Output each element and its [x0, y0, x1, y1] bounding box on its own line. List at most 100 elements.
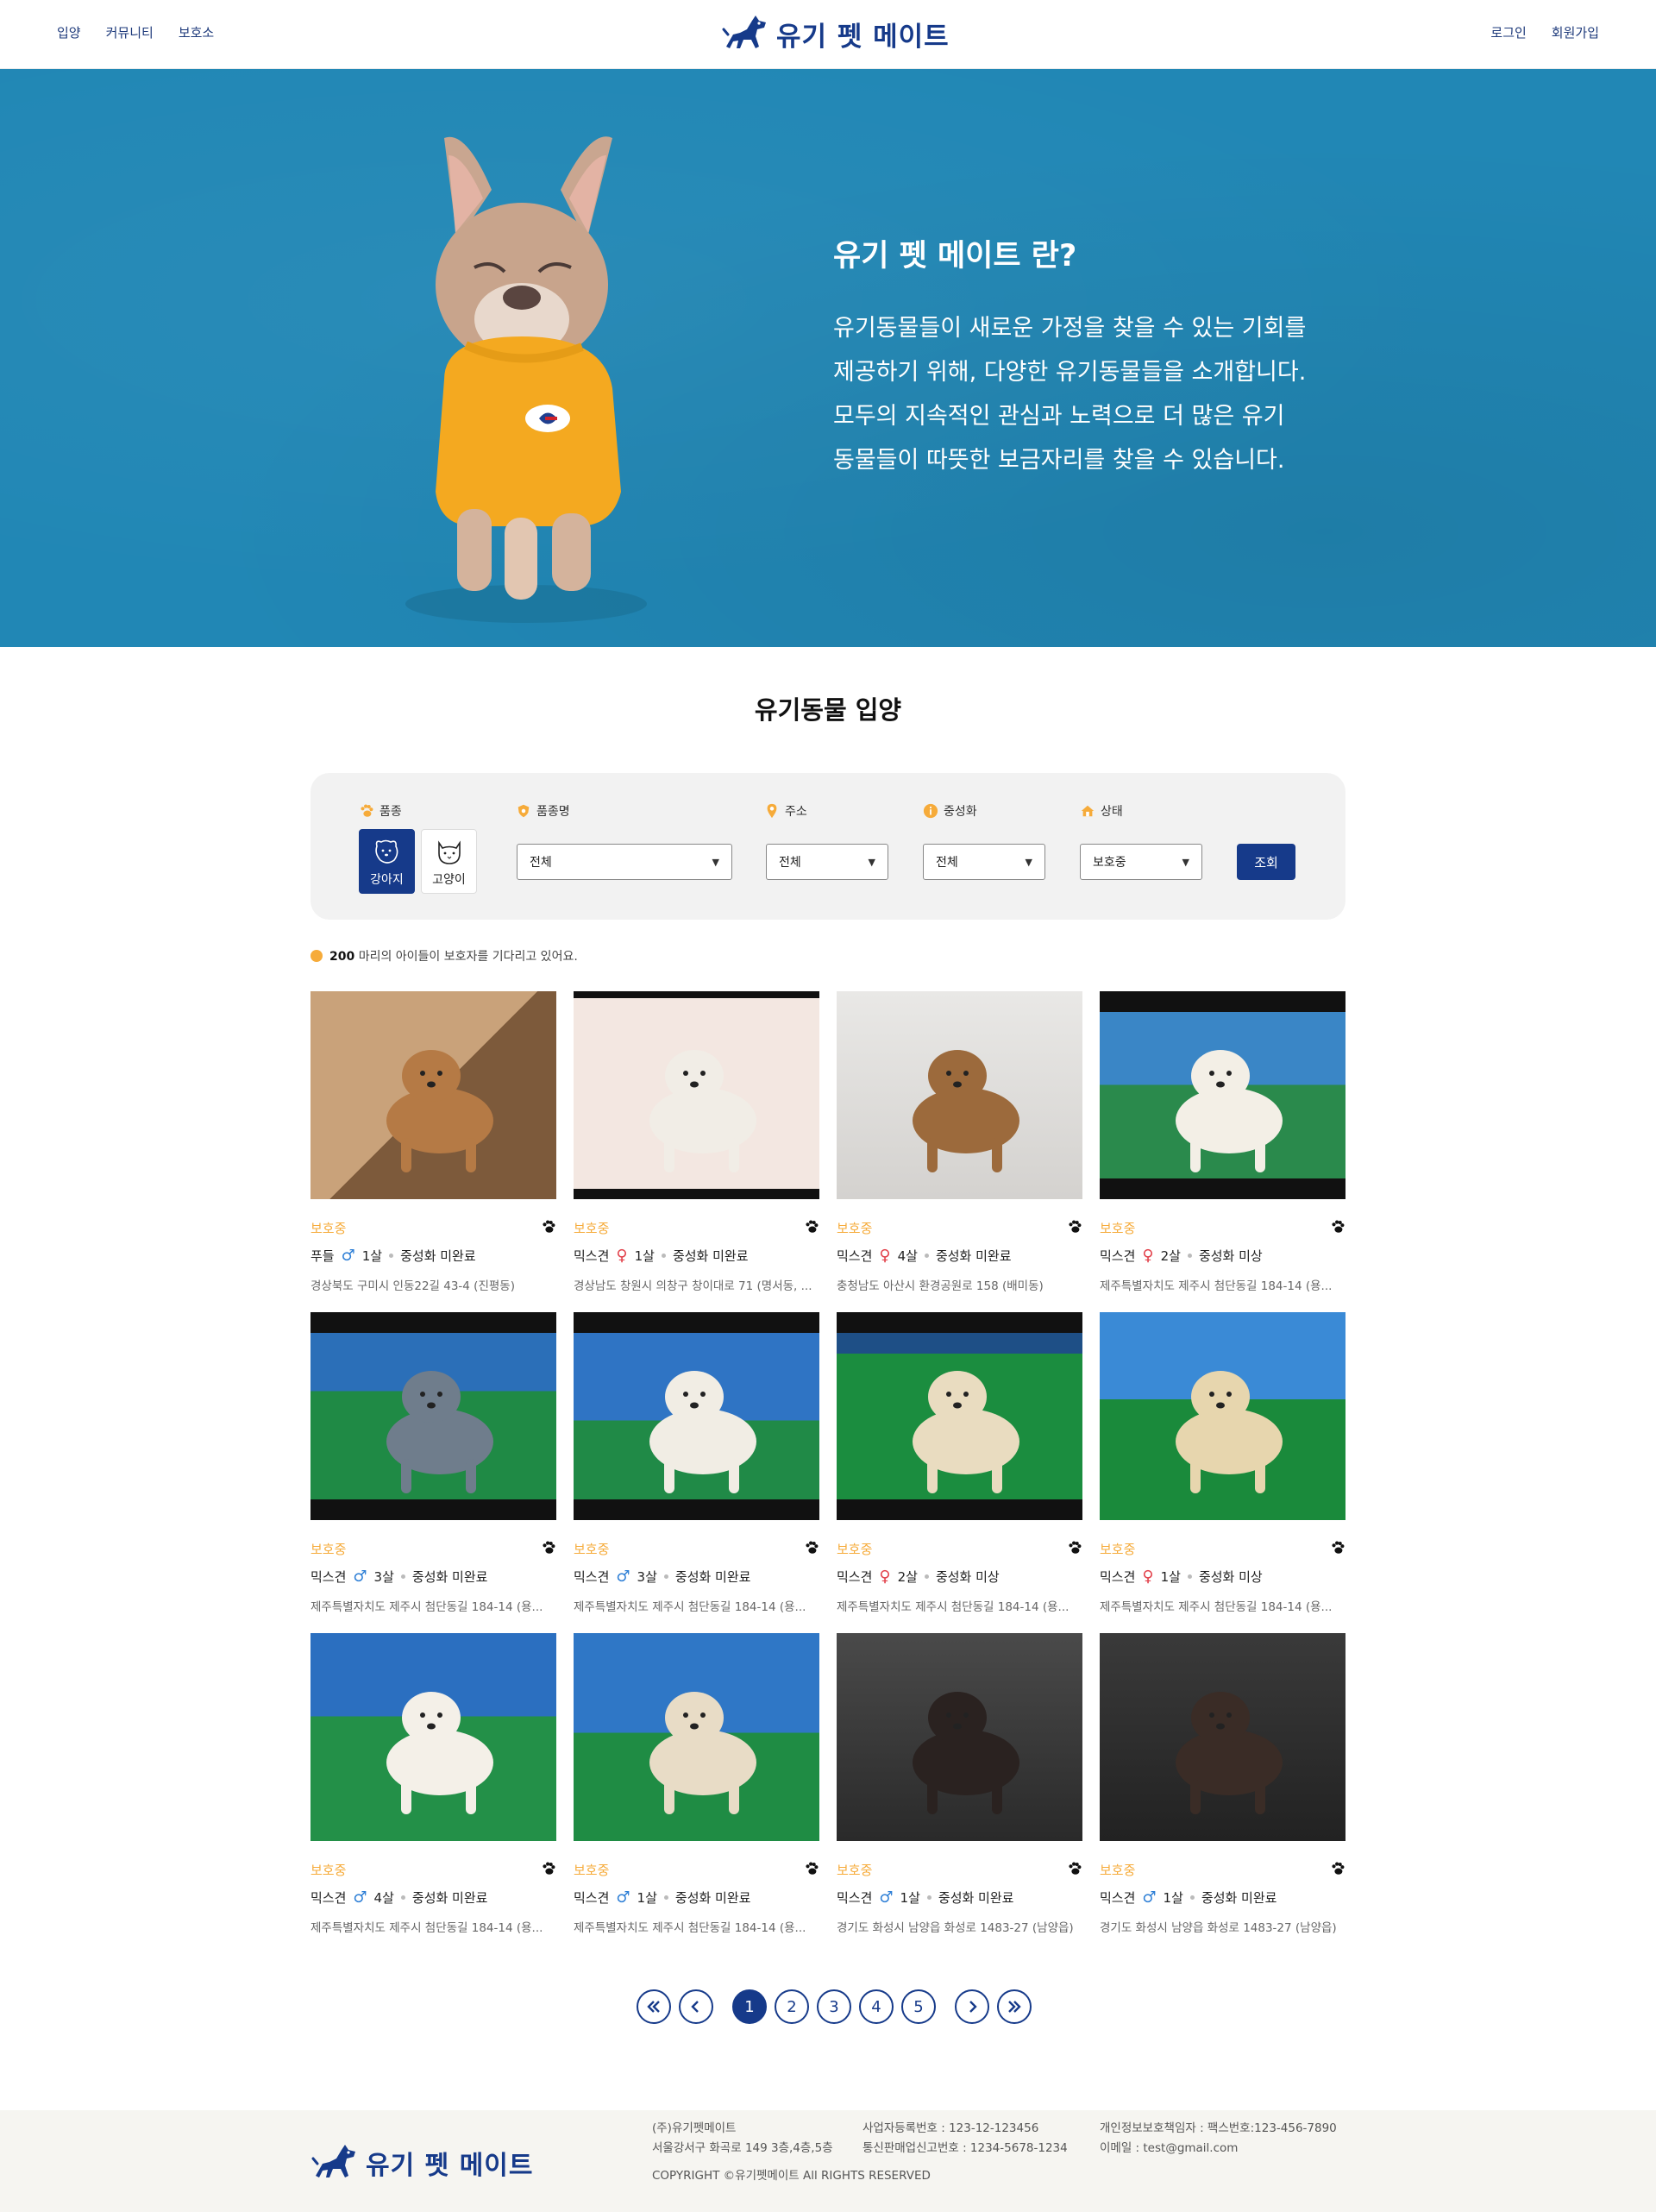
first-page-button[interactable]: [637, 1989, 671, 2024]
animal-card[interactable]: 보호중 믹스견 ♀ 1살 중성화 미완료 경상남도 창원시 의창구 창이대로 71 (명서…: [574, 991, 819, 1293]
info-icon: [923, 803, 938, 819]
animal-address: 경기도 화성시 남양읍 화성로 1483-27 (남양읍): [837, 1921, 1074, 1935]
count-text: 마리의 아이들이 보호자를 기다리고 있어요.: [358, 950, 578, 964]
animal-card[interactable]: 보호중 믹스견 ♂ 1살 중성화 미완료 경기도 화성시 남양읍 화성로 1483-27 …: [837, 1633, 1082, 1935]
prev-page-button[interactable]: [679, 1989, 713, 2024]
animal-status: 보호중: [1100, 1221, 1136, 1236]
neutered-select[interactable]: 전체 ▼: [923, 844, 1045, 880]
animal-card[interactable]: 보호중 믹스견 ♂ 4살 중성화 미완료 제주특별자치도 제주시 첨단동길 184-14 …: [310, 1633, 556, 1935]
animal-neuter: 중성화 미완료: [672, 1248, 749, 1264]
animal-status: 보호중: [574, 1542, 610, 1557]
last-page-button[interactable]: [997, 1989, 1032, 2024]
page-button-5[interactable]: 5: [901, 1989, 936, 2024]
animal-status: 보호중: [1100, 1863, 1136, 1878]
animal-card[interactable]: 보호중 믹스견 ♀ 2살 중성화 미상 제주특별자치도 제주시 첨단동길 184-14 (…: [837, 1312, 1082, 1614]
species-dog-button[interactable]: 강아지: [359, 829, 415, 894]
page-button-2[interactable]: 2: [775, 1989, 809, 2024]
chevron-left-icon: [691, 2001, 699, 2013]
animal-card[interactable]: 보호중 믹스견 ♂ 1살 중성화 미완료 경기도 화성시 남양읍 화성로 1483-27 …: [1100, 1633, 1346, 1935]
animal-photo[interactable]: [310, 1312, 556, 1520]
animal-photo[interactable]: [1100, 1312, 1346, 1520]
animal-card[interactable]: 보호중 푸들 ♂ 1살 중성화 미완료 경상북도 구미시 인동22길 43-4 (진평동): [310, 991, 556, 1293]
nav-shelter[interactable]: 보호소: [179, 24, 214, 41]
species-cat-button[interactable]: 고양이: [421, 829, 477, 894]
signup-link[interactable]: 회원가입: [1552, 24, 1599, 41]
address-select[interactable]: 전체 ▼: [766, 844, 888, 880]
page-button-3[interactable]: 3: [817, 1989, 851, 2024]
animal-photo[interactable]: [574, 991, 819, 1199]
animal-age: 1살: [634, 1248, 655, 1264]
paw-icon[interactable]: [804, 1540, 819, 1555]
animal-photo[interactable]: [837, 991, 1082, 1199]
nav-community[interactable]: 커뮤니티: [106, 24, 154, 41]
main-nav: 입양 커뮤니티 보호소: [57, 24, 214, 41]
animal-card[interactable]: 보호중 믹스견 ♂ 3살 중성화 미완료 제주특별자치도 제주시 첨단동길 184-14 …: [574, 1312, 819, 1614]
section-title: 유기동물 입양: [754, 695, 902, 725]
dog-photo-image: [649, 1050, 756, 1172]
paw-icon[interactable]: [1330, 1540, 1346, 1555]
chevron-down-icon: ▼: [712, 856, 719, 868]
animal-status: 보호중: [837, 1863, 873, 1878]
paw-icon[interactable]: [1067, 1219, 1082, 1235]
logo-text: 유기 펫 메이트: [776, 21, 950, 53]
animal-info: 믹스견 ♀ 2살 중성화 미상: [1100, 1247, 1263, 1265]
animal-photo[interactable]: [1100, 991, 1346, 1199]
footer-logo-text: 유기 펫 메이트: [366, 2151, 534, 2181]
animal-breed: 믹스견: [310, 1569, 347, 1585]
paw-icon[interactable]: [804, 1219, 819, 1235]
separator-dot: [663, 1895, 668, 1900]
paw-icon[interactable]: [541, 1861, 556, 1876]
site-logo[interactable]: 유기 펫 메이트: [721, 12, 950, 55]
male-icon: ♂: [1142, 1888, 1157, 1907]
animal-breed: 푸들: [310, 1248, 335, 1264]
count-number: 200: [329, 950, 355, 964]
nav-adopt[interactable]: 입양: [57, 24, 81, 41]
page-button-1[interactable]: 1: [732, 1989, 767, 2024]
animal-breed: 믹스견: [574, 1890, 610, 1906]
separator-dot: [389, 1254, 394, 1258]
hero-dog-image: [405, 136, 647, 623]
animal-photo[interactable]: [1100, 1633, 1346, 1841]
animal-address: 제주특별자치도 제주시 첨단동길 184-14 (용...: [310, 1600, 543, 1614]
paw-icon[interactable]: [541, 1219, 556, 1235]
paw-icon[interactable]: [1067, 1540, 1082, 1555]
separator-dot: [924, 1254, 929, 1258]
paw-icon[interactable]: [1330, 1861, 1346, 1876]
footer-logo[interactable]: 유기 펫 메이트: [310, 2141, 534, 2184]
page-button-4[interactable]: 4: [859, 1989, 894, 2024]
pagination: 1 2 3 4 5: [637, 1989, 1032, 2024]
paw-icon[interactable]: [804, 1861, 819, 1876]
animal-address: 경상남도 창원시 의창구 창이대로 71 (명서동, ...: [574, 1279, 812, 1293]
animal-neuter: 중성화 미완료: [400, 1248, 476, 1264]
cat-icon: [437, 840, 461, 864]
animal-card[interactable]: 보호중 믹스견 ♀ 4살 중성화 미완료 충청남도 아산시 환경공원로 158 (배미동): [837, 991, 1082, 1293]
animal-card[interactable]: 보호중 믹스견 ♂ 1살 중성화 미완료 제주특별자치도 제주시 첨단동길 184-14 …: [574, 1633, 819, 1935]
animal-photo[interactable]: [574, 1633, 819, 1841]
shield-icon: [518, 804, 530, 818]
login-link[interactable]: 로그인: [1490, 24, 1526, 41]
search-button[interactable]: 조회: [1237, 844, 1295, 880]
animal-photo[interactable]: [574, 1312, 819, 1520]
animal-photo[interactable]: [837, 1312, 1082, 1520]
footer-copyright: COPYRIGHT ©유기펫메이트 All RIGHTS RESERVED: [652, 2169, 931, 2183]
next-page-button[interactable]: [955, 1989, 989, 2024]
separator-dot: [1187, 1254, 1192, 1258]
animal-photo[interactable]: [837, 1633, 1082, 1841]
animal-card[interactable]: 보호중 믹스견 ♀ 2살 중성화 미상 제주특별자치도 제주시 첨단동길 184-14 (…: [1100, 991, 1346, 1293]
female-icon: ♀: [1142, 1568, 1154, 1586]
animal-neuter: 중성화 미상: [935, 1569, 1000, 1585]
paw-icon[interactable]: [541, 1540, 556, 1555]
animal-age: 3살: [637, 1569, 657, 1585]
paw-icon[interactable]: [1330, 1219, 1346, 1235]
animal-photo[interactable]: [310, 991, 556, 1199]
dog-photo-image: [913, 1371, 1019, 1493]
animal-card[interactable]: 보호중 믹스견 ♂ 3살 중성화 미완료 제주특별자치도 제주시 첨단동길 184-14 …: [310, 1312, 556, 1614]
paw-icon[interactable]: [1067, 1861, 1082, 1876]
animal-breed: 믹스견: [1100, 1248, 1136, 1264]
animal-photo[interactable]: [310, 1633, 556, 1841]
breed-select[interactable]: 전체 ▼: [517, 844, 732, 880]
animal-card[interactable]: 보호중 믹스견 ♀ 1살 중성화 미상 제주특별자치도 제주시 첨단동길 184-14 (…: [1100, 1312, 1346, 1614]
dog-logo-icon: [311, 2145, 355, 2177]
hero-line: 유기동물들이 새로운 가정을 찾을 수 있는 기회를: [833, 315, 1307, 342]
status-select[interactable]: 보호중 ▼: [1080, 844, 1202, 880]
